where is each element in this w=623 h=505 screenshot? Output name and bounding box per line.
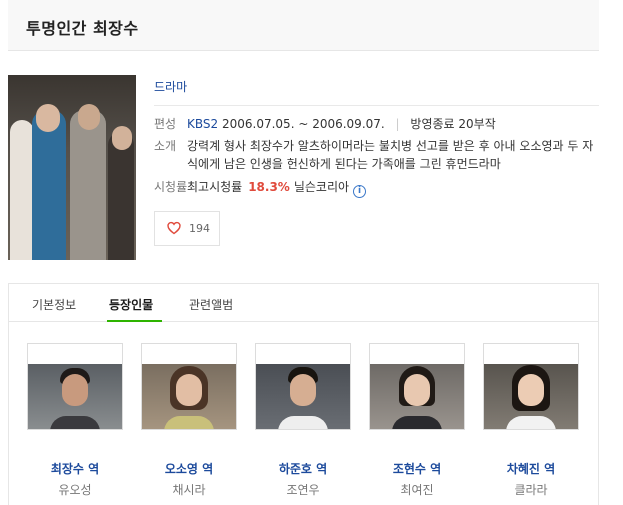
- cast-actor: 클라라: [514, 483, 548, 497]
- rating-value: 18.3%: [248, 180, 290, 194]
- cast-actor: 조연우: [286, 483, 320, 497]
- cast-actor: 채시라: [172, 483, 206, 497]
- cast-role[interactable]: 차혜진 역: [483, 460, 579, 477]
- rating-value-wrap: 최고시청률 18.3% 닐슨코리아 i: [187, 178, 367, 198]
- photo-face: [290, 374, 316, 406]
- like-button[interactable]: 194: [154, 211, 220, 246]
- heart-icon: [167, 221, 181, 235]
- photo-face: [176, 374, 202, 406]
- poster-figure: [108, 132, 134, 260]
- poster-figure: [70, 110, 106, 260]
- like-count: 194: [189, 222, 210, 235]
- photo-face: [62, 374, 88, 406]
- tab-albums[interactable]: 관련앨범: [189, 296, 233, 313]
- genre-link[interactable]: 드라마: [154, 78, 187, 95]
- page-title: 투명인간 최장수: [26, 19, 139, 38]
- photo-body: [164, 416, 214, 429]
- poster-figure: [32, 110, 66, 260]
- cast-role[interactable]: 오소영 역: [141, 460, 237, 477]
- photo-body: [278, 416, 328, 429]
- poster-image[interactable]: [8, 75, 136, 260]
- title-bar: 투명인간 최장수: [8, 0, 599, 51]
- poster-figure: [112, 126, 132, 150]
- rating-prefix: 최고시청률: [187, 180, 243, 194]
- cast-photo[interactable]: [369, 343, 465, 430]
- photo-face: [518, 374, 544, 406]
- cast-role[interactable]: 하준호 역: [255, 460, 351, 477]
- broadcast-period: 2006.07.05. ~ 2006.09.07.: [221, 117, 385, 131]
- poster-figure: [10, 120, 34, 260]
- cast-actor: 최여진: [400, 483, 434, 497]
- summary-text: 강력계 형사 최장수가 알츠하이머라는 불치병 선고를 받은 후 아내 오소영과…: [187, 139, 594, 171]
- cast-photo[interactable]: [141, 343, 237, 430]
- broadcast-value: KBS2 2006.07.05. ~ 2006.09.07. | 방영종료 20…: [187, 115, 496, 133]
- info-icon[interactable]: i: [353, 185, 367, 198]
- rating-label: 시청률: [154, 180, 188, 194]
- cast-role[interactable]: 최장수 역: [27, 460, 123, 477]
- active-tab-indicator: [107, 320, 162, 322]
- photo-body: [506, 416, 556, 429]
- photo-body: [392, 416, 442, 429]
- cast-photo[interactable]: [255, 343, 351, 430]
- photo-face: [404, 374, 430, 406]
- summary-label: 소개: [154, 139, 177, 153]
- detail-panel: 기본정보 등장인물 관련앨범 최장수 역 유오성 오소영 역 채시라 하준호 역…: [8, 283, 599, 505]
- broadcast-label: 편성: [154, 117, 177, 131]
- poster-figure: [78, 104, 100, 130]
- cast-photo[interactable]: [27, 343, 123, 430]
- divider: [154, 105, 599, 106]
- channel-link[interactable]: KBS2: [187, 117, 218, 131]
- tab-characters[interactable]: 등장인물: [109, 296, 153, 313]
- cast-actor: 유오성: [58, 483, 92, 497]
- cast-role[interactable]: 조현수 역: [369, 460, 465, 477]
- photo-body: [50, 416, 100, 429]
- poster-figure: [36, 104, 60, 132]
- tab-bar: 기본정보 등장인물 관련앨범: [9, 284, 598, 322]
- separator: |: [395, 117, 400, 131]
- cast-photo[interactable]: [483, 343, 579, 430]
- tab-basic-info[interactable]: 기본정보: [32, 296, 76, 313]
- rating-source: 닐슨코리아: [293, 180, 350, 194]
- broadcast-status: 방영종료 20부작: [410, 117, 496, 131]
